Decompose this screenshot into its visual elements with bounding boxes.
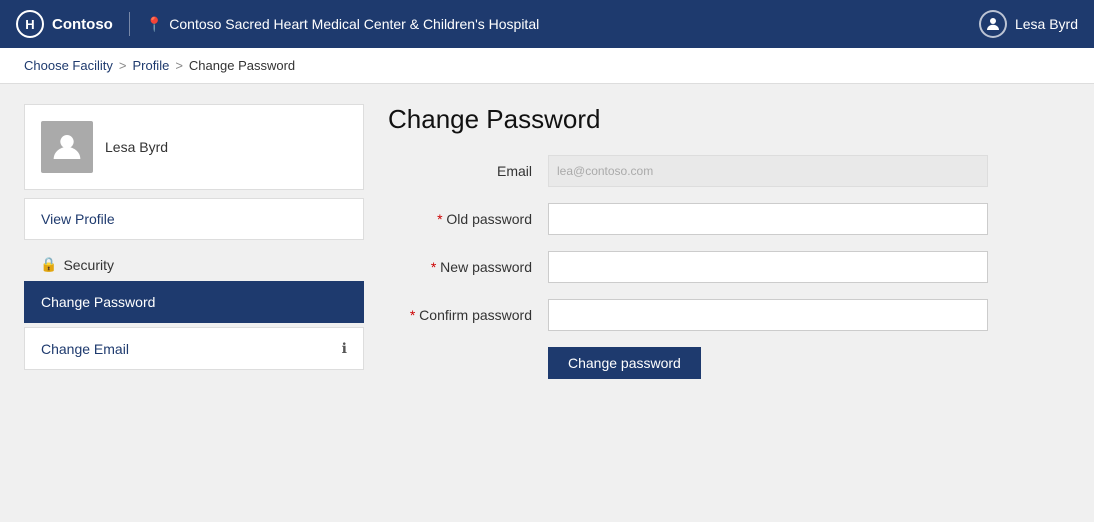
email-field [548, 155, 988, 187]
app-logo: H [16, 10, 44, 38]
change-password-form: Email Old password New password Confirm … [388, 155, 988, 379]
confirm-password-field[interactable] [548, 299, 988, 331]
submit-row: Change password [388, 347, 988, 379]
sidebar-item-change-password[interactable]: Change Password [24, 281, 364, 323]
app-header: H Contoso 📍 Contoso Sacred Heart Medical… [0, 0, 1094, 48]
email-row: Email [388, 155, 988, 187]
confirm-password-row: Confirm password [388, 299, 988, 331]
info-icon[interactable]: ℹ [342, 340, 347, 357]
breadcrumb-sep-2: > [175, 58, 183, 73]
email-label: Email [388, 163, 548, 179]
header-divider [129, 12, 130, 36]
user-name: Lesa Byrd [1015, 16, 1078, 32]
main-content: Lesa Byrd View Profile 🔒 Security Change… [0, 84, 1094, 521]
breadcrumb-sep-1: > [119, 58, 127, 73]
old-password-field[interactable] [548, 203, 988, 235]
sidebar-item-view-profile[interactable]: View Profile [24, 198, 364, 240]
new-password-label: New password [388, 259, 548, 275]
app-name: Contoso [52, 16, 113, 33]
change-password-button[interactable]: Change password [548, 347, 701, 379]
profile-card: Lesa Byrd [24, 104, 364, 190]
confirm-password-label: Confirm password [388, 307, 548, 323]
sidebar-item-change-email[interactable]: Change Email ℹ [24, 327, 364, 370]
user-menu[interactable]: Lesa Byrd [979, 10, 1078, 38]
profile-name: Lesa Byrd [105, 139, 168, 155]
new-password-field[interactable] [548, 251, 988, 283]
sidebar-security-section: 🔒 Security [24, 244, 364, 281]
breadcrumb-choose-facility[interactable]: Choose Facility [24, 58, 113, 73]
new-password-row: New password [388, 251, 988, 283]
breadcrumb-current: Change Password [189, 58, 295, 73]
avatar [41, 121, 93, 173]
location-icon: 📍 [146, 16, 163, 33]
breadcrumb: Choose Facility > Profile > Change Passw… [0, 48, 1094, 84]
page-title: Change Password [388, 104, 1070, 135]
user-avatar [979, 10, 1007, 38]
lock-icon: 🔒 [40, 256, 57, 273]
sidebar: Lesa Byrd View Profile 🔒 Security Change… [24, 104, 364, 501]
page-content: Change Password Email Old password New p… [388, 104, 1070, 501]
old-password-row: Old password [388, 203, 988, 235]
old-password-label: Old password [388, 211, 548, 227]
breadcrumb-profile[interactable]: Profile [132, 58, 169, 73]
facility-name: 📍 Contoso Sacred Heart Medical Center & … [146, 16, 539, 33]
